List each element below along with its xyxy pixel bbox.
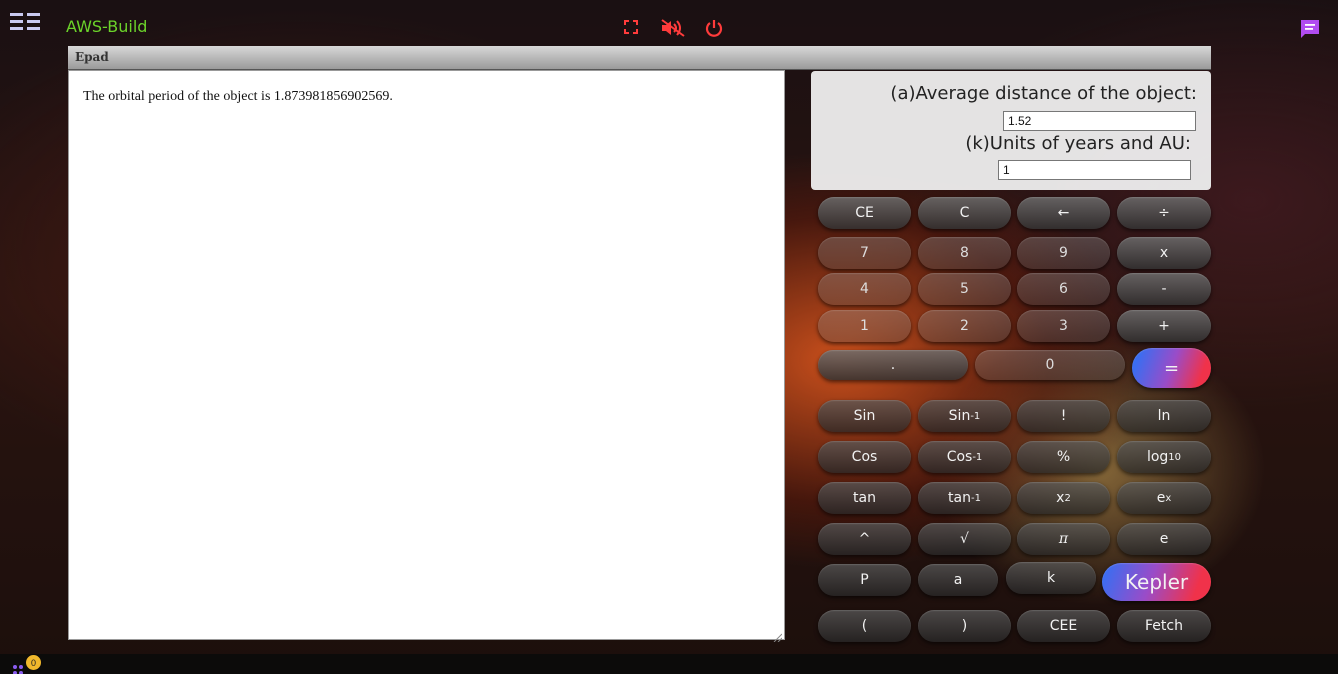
digit-4-button[interactable]: 4 [818, 273, 911, 305]
epad-textarea[interactable]: The orbital period of the object is 1.87… [68, 70, 785, 643]
log-subscript: 10 [1168, 451, 1182, 463]
epad-header: Epad [68, 46, 1211, 70]
sqrt-button[interactable]: √ [918, 523, 1011, 555]
minus-button[interactable]: - [1117, 273, 1211, 305]
clear-button[interactable]: C [918, 197, 1011, 229]
tan-button[interactable]: tan [818, 482, 911, 514]
left-paren-button[interactable]: ( [818, 610, 911, 642]
percent-button[interactable]: % [1017, 441, 1110, 473]
cee-button[interactable]: CEE [1017, 610, 1110, 642]
digit-3-button[interactable]: 3 [1017, 310, 1110, 342]
atan-label: tan [948, 490, 971, 506]
digit-9-button[interactable]: 9 [1017, 237, 1110, 269]
digit-5-button[interactable]: 5 [918, 273, 1011, 305]
a-button[interactable]: a [918, 564, 998, 596]
clear-entry-button[interactable]: CE [818, 197, 911, 229]
epad-title: Epad [75, 50, 109, 64]
equals-button[interactable]: = [1132, 348, 1211, 388]
log10-button[interactable]: log 10 [1117, 441, 1211, 473]
sin-button[interactable]: Sin [818, 400, 911, 432]
digit-0-button[interactable]: 0 [975, 350, 1125, 380]
square-exponent: 2 [1064, 492, 1071, 504]
power-icon[interactable] [705, 19, 723, 39]
units-input[interactable] [998, 160, 1191, 180]
factorial-button[interactable]: ! [1017, 400, 1110, 432]
asin-button[interactable]: Sin -1 [918, 400, 1011, 432]
mute-icon[interactable] [660, 19, 686, 39]
backspace-button[interactable]: ← [1017, 197, 1110, 229]
resize-grip-icon[interactable] [772, 627, 783, 643]
atan-button[interactable]: tan -1 [918, 482, 1011, 514]
p-button[interactable]: P [818, 564, 911, 596]
square-button[interactable]: x2 [1017, 482, 1110, 514]
acos-button[interactable]: Cos -1 [918, 441, 1011, 473]
ln-button[interactable]: ln [1117, 400, 1211, 432]
footer-bar [0, 654, 1338, 674]
cos-button[interactable]: Cos [818, 441, 911, 473]
euler-button[interactable]: e [1117, 523, 1211, 555]
kepler-button[interactable]: Kepler [1102, 563, 1211, 601]
acos-exponent: -1 [972, 451, 983, 463]
asin-label: Sin [948, 408, 971, 424]
decimal-button[interactable]: . [818, 350, 968, 380]
top-bar: AWS-Build [0, 0, 1338, 46]
exp-button[interactable]: ex [1117, 482, 1211, 514]
digit-2-button[interactable]: 2 [918, 310, 1011, 342]
pi-button[interactable]: π [1017, 523, 1110, 555]
right-paren-button[interactable]: ) [918, 610, 1011, 642]
digit-8-button[interactable]: 8 [918, 237, 1011, 269]
kepler-input-panel: (a)Average distance of the object: (k)Un… [811, 71, 1211, 190]
digit-7-button[interactable]: 7 [818, 237, 911, 269]
exp-exponent: x [1165, 492, 1172, 504]
units-label: (k)Units of years and AU: [965, 133, 1191, 154]
k-button[interactable]: k [1006, 562, 1096, 594]
notification-badge[interactable]: 0 [26, 655, 41, 670]
distance-input[interactable] [1003, 111, 1196, 131]
fullscreen-icon[interactable] [624, 19, 638, 39]
distance-label: (a)Average distance of the object: [890, 83, 1197, 104]
app-title: AWS-Build [66, 17, 148, 36]
multiply-button[interactable]: x [1117, 237, 1211, 269]
epad-output-text: The orbital period of the object is 1.87… [83, 89, 393, 104]
square-label: x [1056, 490, 1065, 506]
atan-exponent: -1 [970, 492, 981, 504]
digit-1-button[interactable]: 1 [818, 310, 911, 342]
divide-button[interactable]: ÷ [1117, 197, 1211, 229]
menu-icon[interactable] [10, 13, 42, 31]
fetch-button[interactable]: Fetch [1117, 610, 1211, 642]
asin-exponent: -1 [970, 410, 981, 422]
chat-icon[interactable] [1299, 18, 1321, 40]
exp-label: e [1156, 490, 1166, 506]
power-button[interactable]: ^ [818, 523, 911, 555]
plus-button[interactable]: + [1117, 310, 1211, 342]
log-label: log [1146, 449, 1169, 465]
acos-label: Cos [946, 449, 973, 465]
digit-6-button[interactable]: 6 [1017, 273, 1110, 305]
